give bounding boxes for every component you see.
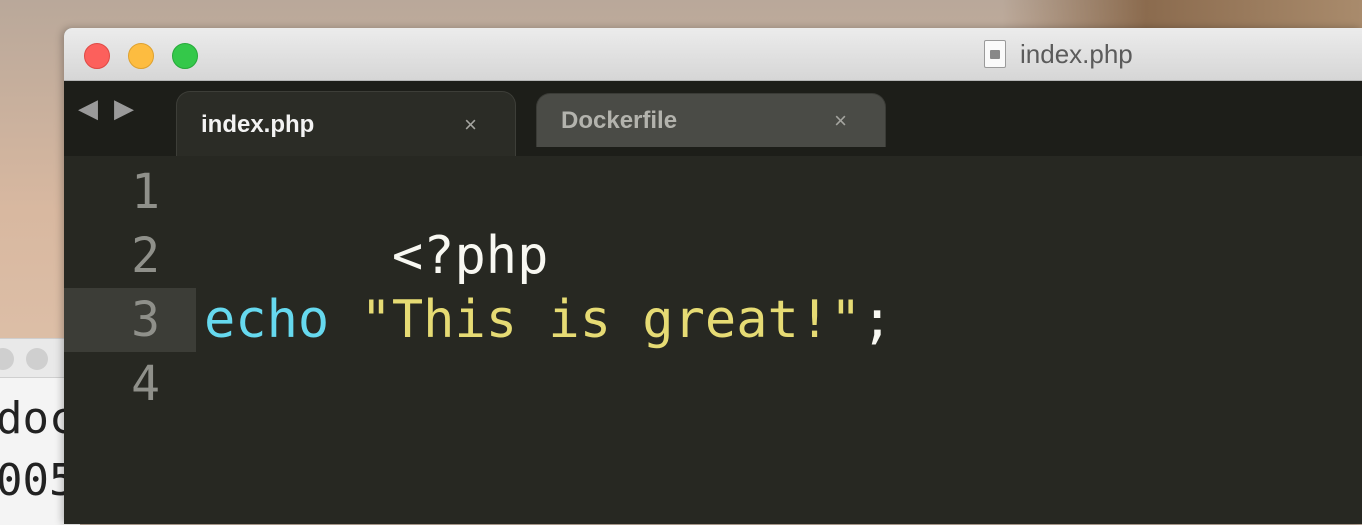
window-title: index.php (1020, 38, 1133, 69)
window-title-group: index.php (984, 38, 1133, 70)
line-number: 3 (131, 292, 160, 348)
forward-arrow-icon[interactable]: ▶ (114, 95, 134, 121)
background-window-control[interactable] (26, 348, 48, 370)
tab-dockerfile[interactable]: Dockerfile × (536, 93, 886, 147)
tab-index-php[interactable]: index.php × (176, 91, 516, 157)
close-tab-icon[interactable]: × (464, 112, 477, 138)
back-arrow-icon[interactable]: ◀ (78, 95, 98, 121)
minimize-window-button[interactable] (128, 43, 154, 69)
close-tab-icon[interactable]: × (834, 108, 847, 134)
window-titlebar[interactable]: index.php (64, 28, 1362, 81)
code-token: echo (204, 290, 330, 350)
code-token: ; (861, 290, 893, 350)
close-window-button[interactable] (84, 43, 110, 69)
zoom-window-button[interactable] (172, 43, 198, 69)
line-number: 4 (131, 356, 160, 412)
code-line-3[interactable]: echo "This is great!"; (204, 288, 893, 352)
editor-window: index.php ◀ ▶ index.php × Dockerfile × 1… (64, 28, 1362, 524)
background-window-control[interactable] (0, 348, 14, 370)
line-number: 2 (131, 228, 160, 284)
tab-label: Dockerfile (561, 106, 678, 134)
code-token: <?php (391, 226, 549, 286)
line-number: 1 (131, 164, 160, 220)
tab-bar: ◀ ▶ index.php × Dockerfile × (64, 81, 1362, 157)
code-token: "This is great!" (360, 290, 862, 350)
file-icon (984, 40, 1006, 68)
code-editor[interactable]: 1 2 3 4 <?php echo "This is great!"; (64, 156, 1362, 524)
tab-label: index.php (201, 110, 315, 138)
